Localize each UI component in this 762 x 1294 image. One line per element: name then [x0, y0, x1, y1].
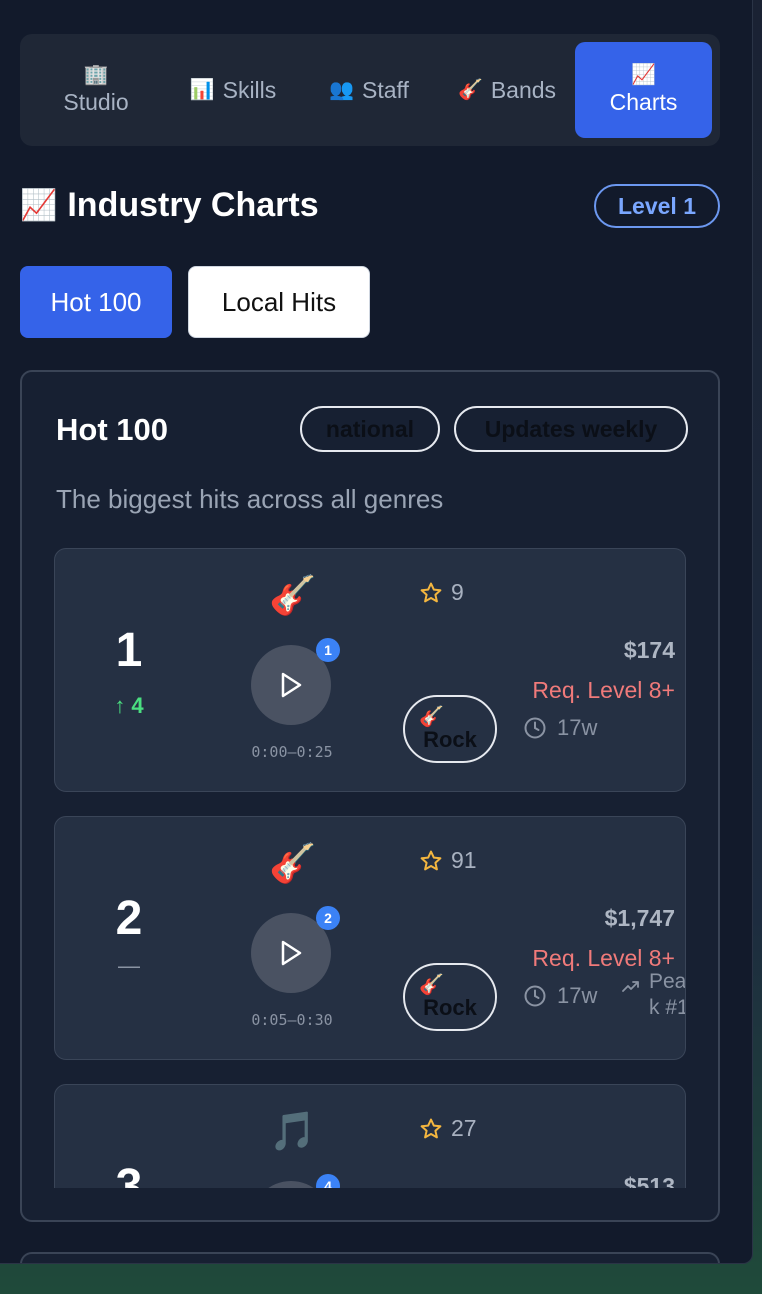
tab-local-hits[interactable]: Local Hits: [188, 266, 370, 338]
rating: 27: [419, 1115, 477, 1142]
scope-pill: national: [300, 406, 440, 452]
rank-number: 1: [115, 624, 143, 677]
next-panel: [20, 1252, 720, 1263]
level-requirement: Req. Level 8+: [532, 677, 675, 703]
guitar-icon: 🎸: [419, 973, 444, 996]
clock-icon: [524, 717, 546, 739]
trending-up-icon: [622, 981, 639, 992]
weeks-value: 17w: [557, 983, 598, 1008]
chart-entry-list[interactable]: 1 ↑ 4 🎸 1 0:00–0:25 9 🎸 Rock $174 Req. L…: [22, 548, 718, 1188]
nav-item-staff[interactable]: 👥 Staff: [308, 42, 430, 138]
genre-label: Rock: [423, 994, 477, 1020]
chart-entry[interactable]: 3 🎵 4 27 $513: [54, 1084, 686, 1188]
rating-value: 91: [451, 847, 477, 873]
star-icon: [420, 1118, 442, 1138]
weeks-value: 17w: [557, 715, 598, 740]
genre-label: Rock: [423, 726, 477, 752]
level-requirement: Req. Level 8+: [532, 945, 675, 971]
panel-description: The biggest hits across all genres: [56, 484, 444, 514]
play-count-badge: 4: [316, 1174, 340, 1188]
rating: 9: [419, 579, 464, 606]
frequency-pill: Updates weekly: [454, 406, 688, 452]
preview-time-range: 0:00–0:25: [251, 743, 333, 761]
chart-increasing-icon: 📈: [631, 63, 656, 86]
chart-panel: Hot 100 national Updates weekly The bigg…: [20, 370, 720, 1222]
weeks-on-chart: 17w: [523, 983, 597, 1009]
preview-time-range: 0:05–0:30: [251, 1011, 333, 1029]
rank-number: 2: [115, 892, 143, 945]
nav-item-label: Staff: [362, 76, 409, 103]
rating-value: 27: [451, 1115, 477, 1141]
bar-chart-icon: 📊: [189, 79, 215, 101]
top-nav: 🏢 Studio 📊 Skills 👥 Staff 🎸 Bands 📈 Char…: [20, 34, 720, 146]
nav-item-label: Charts: [609, 88, 678, 115]
chart-entry[interactable]: 1 ↑ 4 🎸 1 0:00–0:25 9 🎸 Rock $174 Req. L…: [54, 548, 686, 792]
weeks-on-chart: 17w: [523, 715, 597, 741]
play-icon: [281, 672, 302, 698]
play-icon: [281, 940, 302, 966]
page-header: 📈 Industry Charts Level 1: [20, 184, 720, 230]
rank-number: 3: [115, 1160, 143, 1188]
rank-movement: ↑ 4: [114, 693, 144, 718]
rating-value: 9: [451, 579, 464, 605]
nav-item-charts[interactable]: 📈 Charts: [575, 42, 712, 138]
nav-item-label: Skills: [222, 76, 277, 103]
guitar-icon: 🎸: [419, 705, 444, 728]
rank-movement: —: [118, 953, 140, 978]
price: $513: [623, 1173, 675, 1188]
nav-item-bands[interactable]: 🎸 Bands: [444, 42, 570, 138]
nav-item-label: Bands: [490, 76, 557, 103]
genre-pill: 🎸 Rock: [403, 963, 497, 1031]
page-title-text: Industry Charts: [67, 186, 319, 224]
level-badge: Level 1: [594, 184, 720, 228]
chart-increasing-icon: 📈: [20, 189, 58, 222]
price: $1,747: [604, 905, 675, 931]
panel-title: Hot 100: [56, 412, 168, 447]
star-icon: [420, 850, 442, 870]
people-icon: 👥: [329, 79, 354, 101]
peak-value: Peak #1: [649, 970, 686, 1020]
music-note-icon: 🎵: [269, 1111, 317, 1153]
guitar-icon: 🎸: [269, 843, 317, 885]
play-count-badge: 2: [316, 906, 340, 930]
app-window: 🏢 Studio 📊 Skills 👥 Staff 🎸 Bands 📈 Char…: [0, 0, 753, 1264]
genre-pill: 🎸 Rock: [403, 695, 497, 763]
play-count-badge: 1: [316, 638, 340, 662]
clock-icon: [524, 985, 546, 1007]
chart-entry[interactable]: 2 — 🎸 2 0:05–0:30 91 🎸 Rock $1,747 Req. …: [54, 816, 686, 1060]
star-icon: [420, 582, 442, 602]
tab-hot-100[interactable]: Hot 100: [20, 266, 172, 338]
building-icon: 🏢: [83, 63, 109, 86]
peak-position: Peak #1: [621, 969, 686, 1022]
nav-item-studio[interactable]: 🏢 Studio: [30, 42, 162, 138]
page-title: 📈 Industry Charts: [20, 186, 319, 225]
guitar-icon: 🎸: [457, 79, 483, 101]
nav-item-skills[interactable]: 📊 Skills: [172, 42, 294, 138]
nav-item-label: Studio: [63, 88, 129, 115]
price: $174: [623, 637, 675, 663]
guitar-icon: 🎸: [269, 575, 317, 617]
rating: 91: [419, 847, 477, 874]
